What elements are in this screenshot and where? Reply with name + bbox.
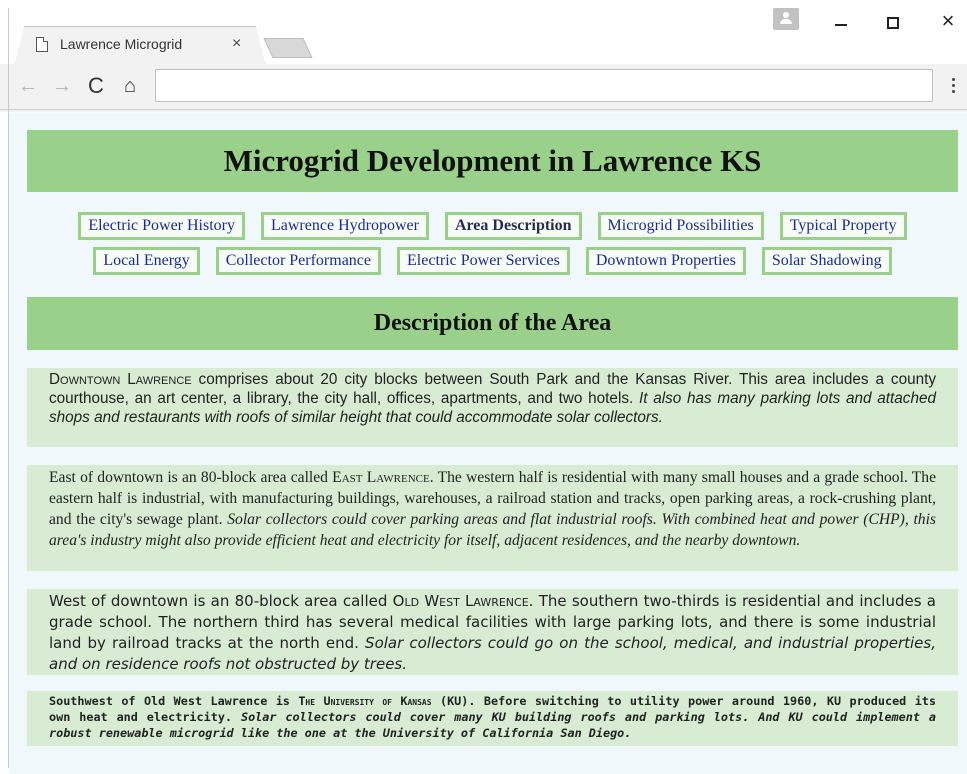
nav-electric-power-history[interactable]: Electric Power History <box>78 212 245 240</box>
area-name: East Lawrence <box>332 469 430 486</box>
section-heading: Description of the Area <box>373 310 612 336</box>
paragraph-downtown: Downtown Lawrence comprises about 20 cit… <box>27 368 958 447</box>
paragraph-old-west-lawrence: West of downtown is an 80-block area cal… <box>27 589 958 675</box>
page-title: Microgrid Development in Lawrence KS <box>223 143 762 178</box>
page-banner: Microgrid Development in Lawrence KS <box>27 130 958 192</box>
nav-electric-power-services[interactable]: Electric Power Services <box>397 247 570 275</box>
paragraph-lead: East of downtown is an 80-block area cal… <box>49 469 333 486</box>
area-name: Old West Lawrence <box>392 592 529 610</box>
tab-close-icon[interactable]: × <box>232 35 241 53</box>
close-window-button[interactable]: × <box>933 8 963 34</box>
nav-area-description[interactable]: Area Description <box>444 212 582 240</box>
nav-downtown-properties[interactable]: Downtown Properties <box>585 247 746 275</box>
paragraph-lead: West of downtown is an 80-block area cal… <box>49 592 393 610</box>
nav-microgrid-possibilities[interactable]: Microgrid Possibilities <box>597 212 764 240</box>
back-arrow-icon[interactable]: ← <box>16 74 40 98</box>
browser-menu-icon[interactable] <box>950 76 956 96</box>
nav-local-energy[interactable]: Local Energy <box>93 247 200 275</box>
nav-collector-performance[interactable]: Collector Performance <box>215 247 382 275</box>
profile-icon[interactable] <box>773 8 799 30</box>
paragraph-lead: Southwest of Old West Lawrence is <box>49 694 299 708</box>
nav-typical-property[interactable]: Typical Property <box>779 212 907 240</box>
area-name: Downtown Lawrence <box>49 371 192 388</box>
home-icon[interactable]: ⌂ <box>118 74 142 98</box>
nav-lawrence-hydropower[interactable]: Lawrence Hydropower <box>261 212 429 240</box>
paragraph-east-lawrence: East of downtown is an 80-block area cal… <box>27 465 958 571</box>
nav-row-1: Electric Power History Lawrence Hydropowe… <box>27 212 958 240</box>
section-heading-bar: Description of the Area <box>27 297 958 350</box>
forward-arrow-icon[interactable]: → <box>50 74 74 98</box>
nav-row-2: Local Energy Collector Performance Electri… <box>27 247 958 275</box>
maximize-button[interactable] <box>878 10 908 36</box>
page-icon <box>36 37 48 52</box>
area-name: The University of Kansas <box>298 694 432 708</box>
reload-icon[interactable]: C <box>84 74 108 98</box>
minimize-button[interactable] <box>826 10 856 36</box>
paragraph-university: Southwest of Old West Lawrence is The Un… <box>27 691 958 746</box>
nav-solar-shadowing[interactable]: Solar Shadowing <box>761 247 892 275</box>
tab-title: Lawrence Microgrid <box>60 36 183 52</box>
page-content: Microgrid Development in Lawrence KS Ele… <box>9 113 967 774</box>
address-bar[interactable] <box>155 69 933 102</box>
